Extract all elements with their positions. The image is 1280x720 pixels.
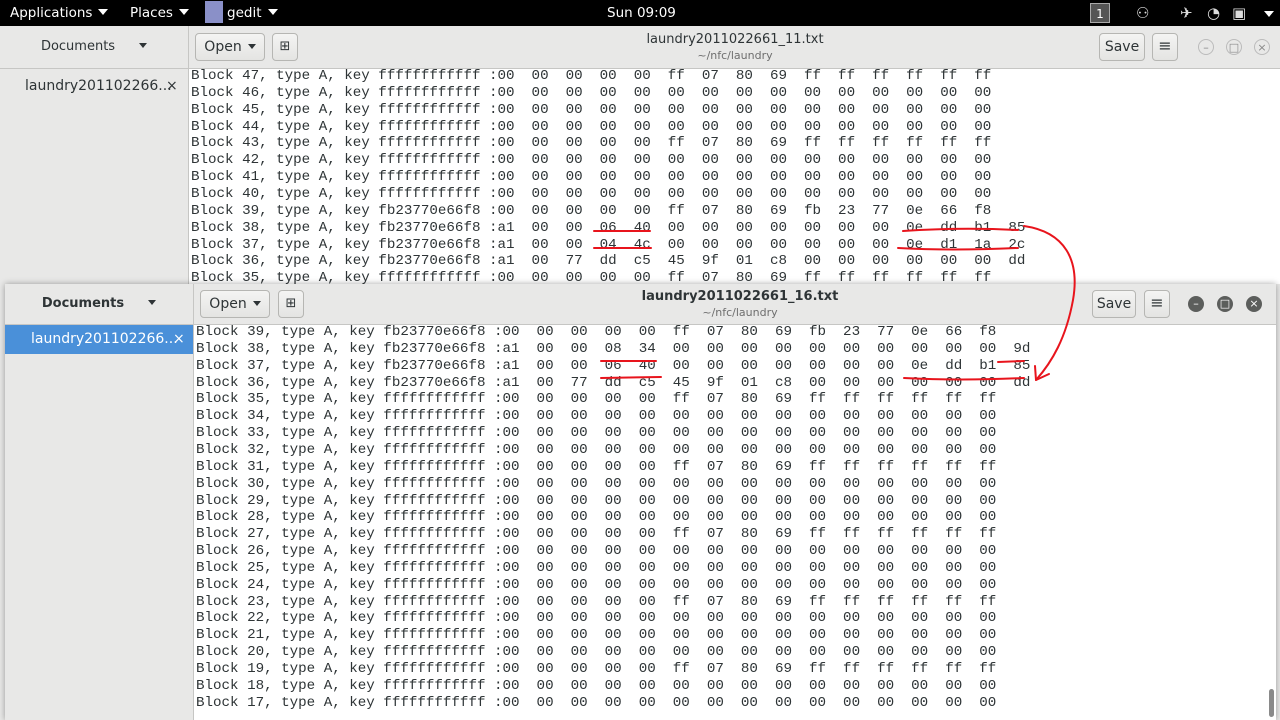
back-gedit-window: Documents Open ⊞ laundry2011022661_11.tx…	[0, 26, 1280, 284]
scrollbar[interactable]	[1269, 689, 1274, 717]
text-line: Block 31, type A, key ffffffffffff :00 0…	[196, 458, 997, 475]
text-line: Block 30, type A, key ffffffffffff :00 0…	[196, 475, 997, 492]
people-icon[interactable]: ⚇	[1136, 4, 1149, 22]
window-subtitle: ~/nfc/laundry	[697, 49, 773, 62]
window-subtitle: ~/nfc/laundry	[702, 306, 778, 319]
save-button[interactable]: Save	[1092, 290, 1136, 318]
text-line: Block 22, type A, key ffffffffffff :00 0…	[196, 610, 997, 627]
maximize-icon[interactable]: □	[1226, 39, 1242, 55]
open-button[interactable]: Open	[200, 290, 270, 318]
text-line: Block 35, type A, key ffffffffffff :00 0…	[191, 270, 992, 284]
text-line: Block 37, type A, key fb23770e66f8 :a1 0…	[191, 236, 1026, 253]
menu-icon: ≡	[1158, 36, 1172, 55]
text-line: Block 47, type A, key ffffffffffff :00 0…	[191, 68, 992, 84]
text-line: Block 39, type A, key fb23770e66f8 :00 0…	[191, 202, 992, 219]
chevron-down-icon	[98, 9, 109, 15]
text-line: Block 24, type A, key ffffffffffff :00 0…	[196, 576, 997, 593]
gedit-icon	[205, 1, 223, 23]
close-icon[interactable]: ×	[173, 325, 185, 354]
hamburger-menu-button[interactable]: ≡	[1144, 290, 1170, 318]
text-line: Block 35, type A, key ffffffffffff :00 0…	[196, 391, 997, 408]
front-header-bar: Documents Open ⊞ laundry2011022661_16.tx…	[5, 284, 1276, 325]
text-line: Block 23, type A, key ffffffffffff :00 0…	[196, 593, 997, 610]
battery-icon[interactable]: ▣	[1232, 4, 1246, 22]
text-line: Block 25, type A, key ffffffffffff :00 0…	[196, 559, 997, 576]
text-line: Block 46, type A, key ffffffffffff :00 0…	[191, 84, 992, 101]
workspace-indicator[interactable]: 1	[1090, 3, 1110, 23]
text-line: Block 27, type A, key ffffffffffff :00 0…	[196, 526, 997, 543]
close-icon[interactable]: ×	[1254, 39, 1270, 55]
chevron-down-icon	[247, 44, 256, 49]
airplane-mode-icon[interactable]: ✈	[1180, 4, 1193, 22]
text-line: Block 32, type A, key ffffffffffff :00 0…	[196, 441, 997, 458]
open-button[interactable]: Open	[195, 33, 265, 61]
text-line: Block 38, type A, key fb23770e66f8 :a1 0…	[196, 340, 1031, 357]
menu-icon: ≡	[1150, 293, 1164, 312]
front-text-editor[interactable]: Block 39, type A, key fb23770e66f8 :00 0…	[194, 324, 1276, 720]
front-gedit-window: Documents Open ⊞ laundry2011022661_16.tx…	[5, 284, 1276, 720]
text-line: Block 29, type A, key ffffffffffff :00 0…	[196, 492, 997, 509]
window-title: laundry2011022661_11.txt	[646, 32, 824, 47]
chevron-down-icon	[139, 43, 148, 48]
text-line: Block 33, type A, key ffffffffffff :00 0…	[196, 425, 997, 442]
front-documents-sidebar: laundry201102266... ×	[5, 325, 194, 720]
text-line: Block 36, type A, key fb23770e66f8 :a1 0…	[191, 253, 1026, 270]
window-title: laundry2011022661_16.txt	[641, 289, 839, 304]
text-line: Block 41, type A, key ffffffffffff :00 0…	[191, 169, 992, 186]
text-line: Block 42, type A, key ffffffffffff :00 0…	[191, 152, 992, 169]
applications-menu[interactable]: Applications	[10, 0, 109, 26]
documents-header[interactable]: Documents	[5, 296, 193, 311]
system-menu-chevron-icon[interactable]	[1264, 11, 1274, 17]
text-line: Block 40, type A, key ffffffffffff :00 0…	[191, 185, 992, 202]
new-document-icon: ⊞	[279, 39, 291, 54]
text-line: Block 39, type A, key fb23770e66f8 :00 0…	[196, 324, 997, 340]
new-tab-button[interactable]: ⊞	[278, 290, 304, 318]
app-menu[interactable]: gedit	[205, 0, 278, 26]
chevron-down-icon	[252, 301, 261, 306]
close-icon[interactable]: ×	[1246, 296, 1262, 312]
text-line: Block 28, type A, key ffffffffffff :00 0…	[196, 509, 997, 526]
text-line: Block 43, type A, key ffffffffffff :00 0…	[191, 135, 992, 152]
save-button[interactable]: Save	[1099, 33, 1145, 61]
text-line: Block 34, type A, key ffffffffffff :00 0…	[196, 408, 997, 425]
text-line: Block 18, type A, key ffffffffffff :00 0…	[196, 677, 997, 694]
text-line: Block 37, type A, key fb23770e66f8 :a1 0…	[196, 357, 1031, 374]
top-bar: Applications Places gedit Sun 09:09 1 ⚇ …	[0, 0, 1280, 26]
new-document-icon: ⊞	[285, 296, 297, 311]
back-documents-sidebar: laundry201102266... ×	[0, 69, 189, 284]
chevron-down-icon	[178, 9, 189, 15]
text-line: Block 19, type A, key ffffffffffff :00 0…	[196, 661, 997, 677]
wifi-icon[interactable]: ◔	[1207, 4, 1220, 22]
text-line: Block 26, type A, key ffffffffffff :00 0…	[196, 543, 997, 560]
text-line: Block 45, type A, key ffffffffffff :00 0…	[191, 101, 992, 118]
back-text-editor[interactable]: Block 47, type A, key ffffffffffff :00 0…	[189, 68, 1280, 284]
documents-header[interactable]: Documents	[0, 39, 188, 54]
document-item[interactable]: laundry201102266... ×	[5, 325, 193, 354]
chevron-down-icon	[267, 9, 278, 15]
text-line: Block 36, type A, key fb23770e66f8 :a1 0…	[196, 374, 1031, 391]
minimize-icon[interactable]: –	[1198, 39, 1214, 55]
chevron-down-icon	[148, 300, 157, 305]
text-line: Block 44, type A, key ffffffffffff :00 0…	[191, 118, 992, 135]
text-line: Block 38, type A, key fb23770e66f8 :a1 0…	[191, 219, 1026, 236]
text-line: Block 21, type A, key ffffffffffff :00 0…	[196, 627, 997, 644]
hamburger-menu-button[interactable]: ≡	[1152, 33, 1178, 61]
clock[interactable]: Sun 09:09	[607, 0, 676, 26]
minimize-icon[interactable]: –	[1188, 296, 1204, 312]
close-icon[interactable]: ×	[166, 75, 178, 97]
new-tab-button[interactable]: ⊞	[272, 33, 298, 61]
places-menu[interactable]: Places	[130, 0, 189, 26]
document-item[interactable]: laundry201102266... ×	[0, 75, 188, 97]
text-line: Block 20, type A, key ffffffffffff :00 0…	[196, 644, 997, 661]
text-line: Block 17, type A, key ffffffffffff :00 0…	[196, 694, 997, 711]
maximize-icon[interactable]: □	[1217, 296, 1233, 312]
back-header-bar: Documents Open ⊞ laundry2011022661_11.tx…	[0, 26, 1280, 69]
